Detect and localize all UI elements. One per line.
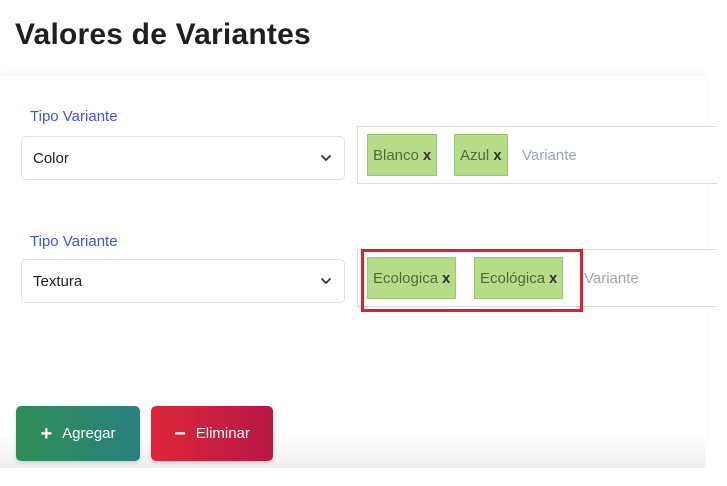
plus-icon: + <box>40 422 53 445</box>
add-button[interactable]: + Agregar <box>16 406 140 461</box>
variant-tag-label: Azul <box>460 146 490 164</box>
delete-button-label: Eliminar <box>195 425 250 442</box>
variant-tag: Azul x <box>454 134 508 176</box>
variant-type-label: Tipo Variante <box>30 108 118 125</box>
add-button-label: Agregar <box>62 425 116 442</box>
variant-input-placeholder[interactable]: Variante <box>522 147 577 164</box>
minus-icon: − <box>174 422 186 445</box>
variant-type-select-value: Textura <box>33 272 83 290</box>
page-title: Valores de Variantes <box>15 18 311 51</box>
variant-tag-label: Ecologica <box>373 269 439 287</box>
remove-tag-icon[interactable]: x <box>442 270 450 287</box>
variant-type-select[interactable]: Color <box>21 136 345 180</box>
delete-button[interactable]: − Eliminar <box>151 406 273 461</box>
chevron-down-icon <box>321 278 331 284</box>
remove-tag-icon[interactable]: x <box>423 147 431 164</box>
variant-type-select[interactable]: Textura <box>21 259 345 303</box>
variant-tag: Ecológica x <box>474 257 564 299</box>
variant-input-placeholder[interactable]: Variante <box>584 270 639 287</box>
variant-tag-label: Ecológica <box>480 269 546 287</box>
variant-type-select-value: Color <box>33 149 69 167</box>
variant-tags-input[interactable]: Ecologica x Ecológica x Variante <box>357 249 717 307</box>
variant-tag: Blanco x <box>367 134 438 176</box>
remove-tag-icon[interactable]: x <box>549 270 557 287</box>
variant-tag-label: Blanco <box>373 146 419 164</box>
variant-type-label: Tipo Variante <box>30 233 118 250</box>
variant-tag: Ecologica x <box>367 257 457 299</box>
remove-tag-icon[interactable]: x <box>493 147 501 164</box>
chevron-down-icon <box>321 155 331 161</box>
variant-tags-input[interactable]: Blanco x Azul x Variante <box>357 126 717 184</box>
